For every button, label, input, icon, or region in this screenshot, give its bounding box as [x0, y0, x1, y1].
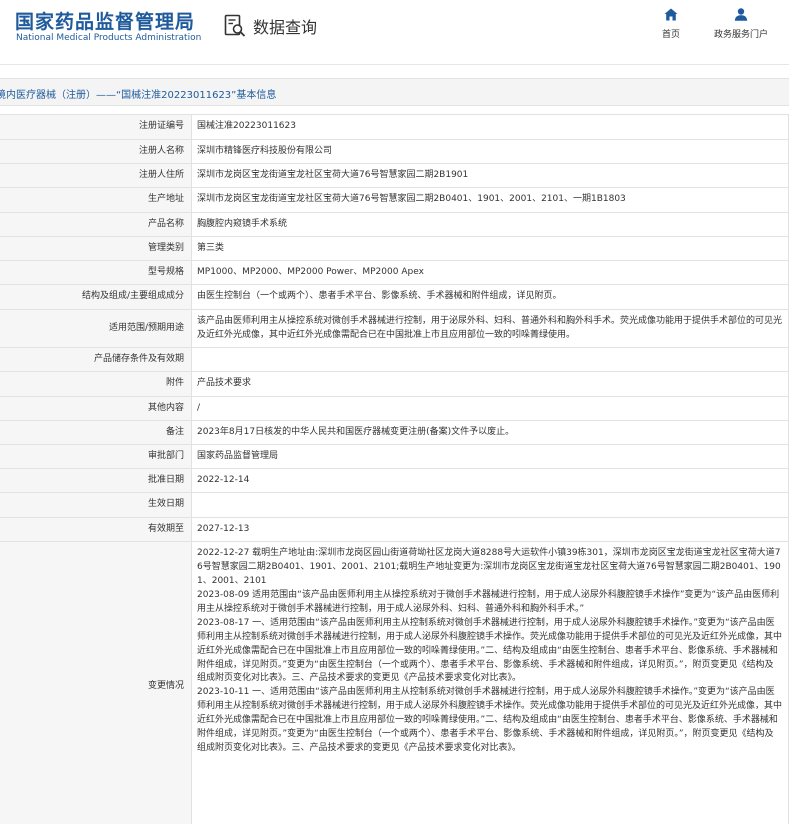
site-logo-cn[interactable]: 国家药品监督管理局	[15, 7, 195, 34]
record-title-bar: 境内医疗器械（注册）——“国械注准20223011623”基本信息	[0, 78, 789, 106]
row-label: 注册人名称	[0, 139, 192, 164]
row-label: 附件	[0, 371, 192, 397]
record-title: 境内医疗器械（注册）——“国械注准20223011623”基本信息	[0, 90, 277, 101]
row-value: 2022-12-14	[191, 468, 789, 493]
row-label: 变更情况	[0, 541, 192, 824]
site-header: 国家药品监督管理局 National Medical Products Admi…	[0, 0, 789, 58]
row-value	[191, 492, 789, 518]
change-entry: 2023-10-11 一、适用范围由“该产品由医师利用主从控制系统对微创手术器械…	[197, 687, 783, 754]
table-row: 附件 产品技术要求	[0, 371, 789, 397]
row-value: 该产品由医师利用主从操控系统对微创手术器械进行控制，用于泌尿外科、妇科、普通外科…	[191, 309, 789, 348]
data-query-label: 数据查询	[253, 18, 318, 37]
row-value: 2023年8月17日核发的中华人民共和国医疗器械变更注册(备案)文件予以废止。	[191, 420, 789, 445]
change-entry: 2022-12-27 载明生产地址由:深圳市龙岗区园山街道荷坳社区龙岗大道828…	[197, 548, 781, 586]
row-value: 产品技术要求	[191, 371, 789, 397]
row-label: 其他内容	[0, 396, 192, 421]
change-entry: 2023-08-09 适用范围由“该产品由医师利用主从操控系统对于微创手术器械进…	[197, 589, 780, 614]
table-row: 注册证编号 国械注准20223011623	[0, 114, 789, 140]
row-value: 2027-12-13	[191, 517, 789, 542]
user-icon	[734, 8, 748, 21]
table-row: 有效期至 2027-12-13	[0, 517, 789, 542]
table-row: 生产地址 深圳市龙岗区宝龙街道宝龙社区宝荷大道76号智慧家园二期2B0401、1…	[0, 187, 789, 213]
change-history: 2022-12-27 载明生产地址由:深圳市龙岗区园山街道荷坳社区龙岗大道828…	[191, 541, 789, 824]
row-label: 生产地址	[0, 187, 192, 213]
nav-gov-portal[interactable]: 政务服务门户	[706, 8, 776, 40]
row-value	[191, 347, 789, 372]
row-value: 胸腹腔内窥镜手术系统	[191, 212, 789, 237]
row-label: 产品名称	[0, 212, 192, 237]
table-row: 备注 2023年8月17日核发的中华人民共和国医疗器械变更注册(备案)文件予以废…	[0, 420, 789, 445]
nav-gov-portal-label: 政务服务门户	[713, 30, 768, 40]
row-value: /	[191, 396, 789, 421]
row-value: 由医生控制台（一个或两个）、患者手术平台、影像系统、手术器械和附件组成，详见附页…	[191, 284, 789, 310]
row-value: MP1000、MP2000、MP2000 Power、MP2000 Apex	[191, 260, 789, 285]
row-value: 深圳市龙岗区宝龙街道宝龙社区宝荷大道76号智慧家园二期2B0401、1901、2…	[191, 187, 789, 213]
row-label: 批准日期	[0, 468, 192, 493]
row-label: 型号规格	[0, 260, 192, 285]
table-row: 管理类别 第三类	[0, 236, 789, 261]
table-row: 注册人名称 深圳市精锋医疗科技股份有限公司	[0, 139, 789, 164]
home-icon	[664, 8, 678, 21]
row-label: 审批部门	[0, 444, 192, 469]
nav-home[interactable]: 首页	[636, 8, 706, 40]
nav-home-label: 首页	[661, 30, 680, 40]
row-value: 国家药品监督管理局	[191, 444, 789, 469]
site-logo-en: National Medical Products Administration	[16, 33, 202, 43]
row-label: 备注	[0, 420, 192, 445]
table-row: 其他内容 /	[0, 396, 789, 421]
table-row: 产品储存条件及有效期	[0, 347, 789, 372]
table-row: 适用范围/预期用途 该产品由医师利用主从操控系统对微创手术器械进行控制，用于泌尿…	[0, 309, 789, 348]
row-label: 有效期至	[0, 517, 192, 542]
registration-info-table: 注册证编号 国械注准20223011623 注册人名称 深圳市精锋医疗科技股份有…	[0, 114, 789, 824]
data-query-link[interactable]: 数据查询	[223, 13, 317, 39]
header-divider	[0, 64, 789, 65]
row-value: 国械注准20223011623	[191, 114, 789, 140]
table-row: 批准日期 2022-12-14	[0, 468, 789, 493]
row-label: 适用范围/预期用途	[0, 309, 192, 348]
row-label: 管理类别	[0, 236, 192, 261]
table-row: 审批部门 国家药品监督管理局	[0, 444, 789, 469]
row-label: 注册证编号	[0, 114, 192, 140]
row-label: 产品储存条件及有效期	[0, 347, 192, 372]
table-row: 型号规格 MP1000、MP2000、MP2000 Power、MP2000 A…	[0, 260, 789, 285]
search-document-icon	[224, 14, 246, 37]
row-label: 结构及组成/主要组成成分	[0, 284, 192, 310]
table-row: 生效日期	[0, 492, 789, 518]
row-label: 注册人住所	[0, 163, 192, 188]
row-value: 深圳市精锋医疗科技股份有限公司	[191, 139, 789, 164]
row-value: 第三类	[191, 236, 789, 261]
row-label: 生效日期	[0, 492, 192, 518]
row-value: 深圳市龙岗区宝龙街道宝龙社区宝荷大道76号智慧家园二期2B1901	[191, 163, 789, 188]
table-row: 产品名称 胸腹腔内窥镜手术系统	[0, 212, 789, 237]
change-history-row: 变更情况 2022-12-27 载明生产地址由:深圳市龙岗区园山街道荷坳社区龙岗…	[0, 541, 789, 824]
table-row: 结构及组成/主要组成成分 由医生控制台（一个或两个）、患者手术平台、影像系统、手…	[0, 284, 789, 310]
table-row: 注册人住所 深圳市龙岗区宝龙街道宝龙社区宝荷大道76号智慧家园二期2B1901	[0, 163, 789, 188]
change-entry: 2023-08-17 一、适用范围由“该产品由医师利用主从控制系统对微创手术器械…	[197, 617, 783, 684]
